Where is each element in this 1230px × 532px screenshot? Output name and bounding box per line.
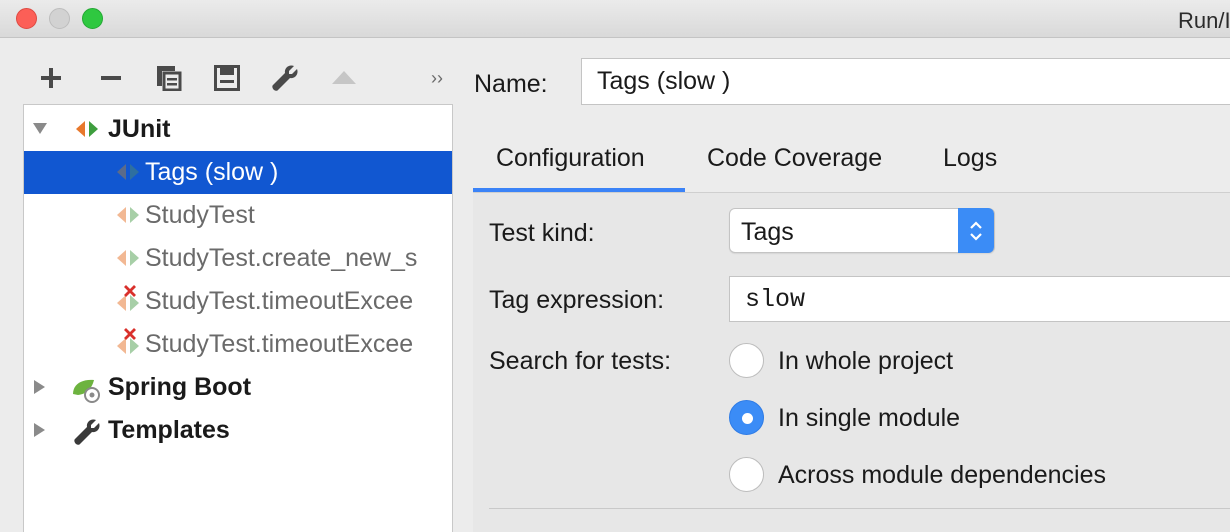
radio-module-dependencies-label[interactable]: Across module dependencies bbox=[778, 461, 1106, 490]
radio-single-module[interactable] bbox=[729, 400, 764, 435]
tag-expression-input[interactable] bbox=[729, 276, 1230, 322]
name-label: Name: bbox=[474, 70, 548, 98]
junit-error-icon bbox=[117, 285, 139, 311]
tree-group-templates[interactable]: Templates bbox=[24, 409, 452, 452]
minimize-window-button[interactable] bbox=[49, 8, 70, 29]
wrench-icon bbox=[74, 419, 100, 445]
active-tab-indicator bbox=[473, 188, 685, 192]
move-up-button[interactable] bbox=[330, 60, 358, 96]
test-kind-label: Test kind: bbox=[489, 219, 595, 247]
tree-group-label: Spring Boot bbox=[108, 373, 252, 401]
junit-icon bbox=[117, 207, 139, 223]
select-stepper-icon bbox=[958, 208, 994, 253]
edit-templates-button[interactable] bbox=[270, 60, 300, 96]
junit-error-icon bbox=[117, 328, 139, 354]
radio-single-module-label[interactable]: In single module bbox=[778, 404, 960, 433]
tab-logs[interactable]: Logs bbox=[943, 144, 997, 173]
tree-item-label: Tags (slow ) bbox=[145, 158, 279, 186]
expand-arrow-icon[interactable] bbox=[34, 380, 45, 394]
zoom-window-button[interactable] bbox=[82, 8, 103, 29]
tree-item-label: StudyTest.timeoutExcee bbox=[145, 287, 414, 315]
tree-item-studytest-timeout-1[interactable]: StudyTest.timeoutExcee bbox=[24, 280, 452, 323]
title-bar: Run/I bbox=[0, 0, 1230, 38]
add-icon bbox=[41, 68, 61, 88]
junit-icon bbox=[117, 250, 139, 266]
close-window-button[interactable] bbox=[16, 8, 37, 29]
save-configuration-button[interactable] bbox=[213, 60, 241, 96]
radio-whole-project[interactable] bbox=[729, 343, 764, 378]
tree-group-spring-boot[interactable]: Spring Boot bbox=[24, 366, 452, 409]
tree-item-label: StudyTest bbox=[145, 201, 255, 229]
move-up-icon bbox=[332, 71, 356, 84]
test-kind-value: Tags bbox=[741, 218, 794, 246]
search-for-tests-label: Search for tests: bbox=[489, 347, 672, 375]
tag-expression-label: Tag expression: bbox=[489, 286, 665, 314]
radio-whole-project-label[interactable]: In whole project bbox=[778, 347, 953, 376]
remove-icon bbox=[101, 76, 121, 80]
window-title: Run/I bbox=[1178, 8, 1230, 33]
run-debug-configurations-window: Run/I ›› JUnit Tags (slow) StudyTest St… bbox=[0, 0, 1230, 532]
configurations-toolbar: ›› bbox=[0, 38, 470, 106]
junit-icon bbox=[117, 164, 139, 180]
save-icon bbox=[214, 65, 240, 91]
copy-icon bbox=[157, 66, 182, 91]
tree-item-studytest-create-new[interactable]: StudyTest.create_new_s bbox=[24, 237, 452, 280]
tree-group-junit[interactable]: JUnit bbox=[24, 108, 452, 151]
tree-item-studytest[interactable]: StudyTest bbox=[24, 194, 452, 237]
more-actions-button[interactable]: ›› bbox=[426, 60, 448, 96]
radio-module-dependencies[interactable] bbox=[729, 457, 764, 492]
tree-item-label: StudyTest.timeoutExcee bbox=[145, 330, 414, 358]
tree-group-label: Templates bbox=[108, 416, 230, 444]
expand-arrow-icon[interactable] bbox=[34, 423, 45, 437]
collapse-arrow-icon[interactable] bbox=[33, 123, 47, 134]
tab-code-coverage[interactable]: Code Coverage bbox=[707, 144, 882, 173]
tree-item-tags-slow[interactable]: Tags (slow ) bbox=[24, 151, 452, 194]
configurations-tree: JUnit Tags (slow ) StudyTest StudyTest.c… bbox=[23, 104, 453, 532]
spring-boot-icon bbox=[73, 379, 100, 403]
remove-configuration-button[interactable] bbox=[98, 60, 124, 96]
wrench-icon bbox=[272, 65, 298, 91]
section-divider bbox=[489, 508, 1230, 509]
name-input[interactable] bbox=[581, 58, 1230, 105]
copy-configuration-button[interactable] bbox=[155, 60, 183, 96]
tab-configuration[interactable]: Configuration bbox=[496, 144, 645, 173]
test-kind-select[interactable]: Tags bbox=[729, 208, 995, 253]
tree-group-label: JUnit bbox=[108, 115, 171, 143]
tree-item-studytest-timeout-2[interactable]: StudyTest.timeoutExcee bbox=[24, 323, 452, 366]
add-configuration-button[interactable] bbox=[38, 60, 64, 96]
junit-icon bbox=[76, 121, 98, 137]
tree-item-label: StudyTest.create_new_s bbox=[145, 244, 418, 272]
